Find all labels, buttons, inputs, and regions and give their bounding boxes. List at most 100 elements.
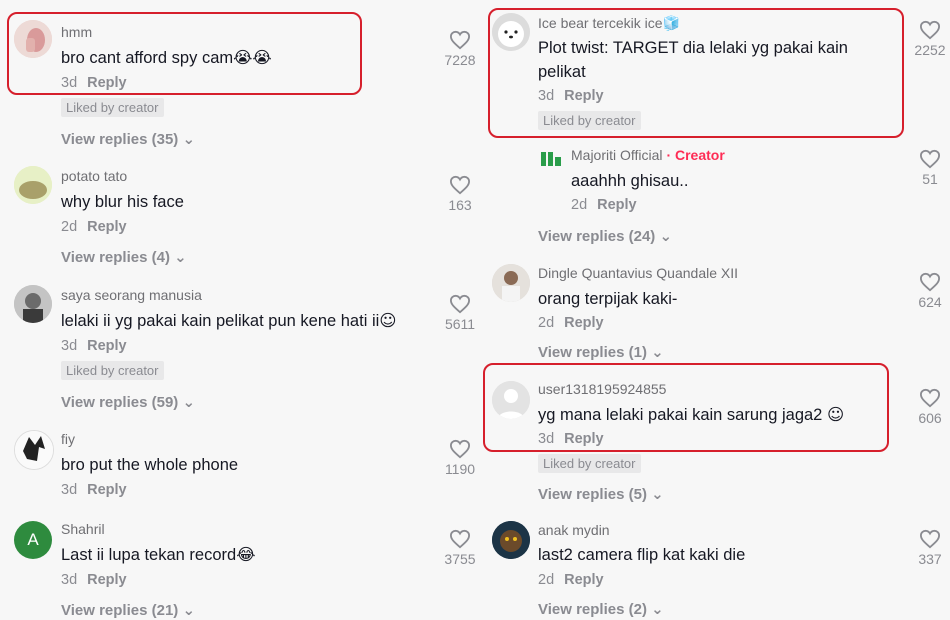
like-button[interactable]: 337 bbox=[910, 529, 950, 567]
heart-icon bbox=[919, 529, 941, 549]
timestamp: 3d bbox=[61, 75, 78, 91]
username[interactable]: hmm bbox=[61, 24, 92, 40]
comment-text: last2 camera flip kat kaki die bbox=[538, 546, 746, 564]
avatar[interactable] bbox=[540, 147, 562, 169]
comment-meta: 2d Reply bbox=[538, 315, 604, 331]
view-replies-button[interactable]: View replies (4) ⌄ bbox=[61, 248, 187, 266]
avatar-image bbox=[14, 285, 52, 323]
potato-avatar-image bbox=[14, 166, 52, 204]
comment-text: why blur his face bbox=[61, 193, 184, 211]
view-replies-button[interactable]: View replies (59) ⌄ bbox=[61, 393, 195, 411]
like-count: 163 bbox=[448, 197, 472, 213]
avatar-image bbox=[15, 431, 53, 469]
username[interactable]: potato tato bbox=[61, 168, 127, 184]
reply-button[interactable]: Reply bbox=[87, 482, 127, 498]
like-button[interactable]: 2252 bbox=[910, 20, 950, 58]
reply-button[interactable]: Reply bbox=[87, 219, 127, 235]
view-replies-label: View replies (4) bbox=[61, 249, 170, 266]
username-text: Ice bear tercekik ice bbox=[538, 15, 663, 31]
username[interactable]: Dingle Quantavius Quandale XII bbox=[538, 265, 738, 281]
timestamp: 2d bbox=[538, 572, 555, 588]
view-replies-label: View replies (2) bbox=[538, 601, 647, 618]
view-replies-button[interactable]: View replies (2) ⌄ bbox=[538, 600, 664, 618]
chevron-down-icon: ⌄ bbox=[182, 602, 196, 619]
comment-meta: 2d Reply bbox=[571, 197, 637, 213]
smirk-emoji: ☺ bbox=[826, 405, 845, 424]
like-button[interactable]: 606 bbox=[910, 388, 950, 426]
comment-meta: 3d Reply bbox=[538, 88, 604, 104]
like-button[interactable]: 3755 bbox=[440, 529, 480, 567]
ice-bear-avatar-image bbox=[492, 13, 530, 51]
avatar[interactable] bbox=[14, 285, 52, 323]
comment-meta: 3d Reply bbox=[538, 431, 604, 447]
reply-button[interactable]: Reply bbox=[564, 572, 604, 588]
default-avatar-icon bbox=[492, 381, 530, 419]
like-count: 51 bbox=[922, 171, 938, 187]
reply-button[interactable]: Reply bbox=[564, 315, 604, 331]
comment-body: bro cant afford spy cam bbox=[61, 49, 234, 67]
view-replies-button[interactable]: View replies (21) ⌄ bbox=[61, 601, 195, 619]
comment-text: lelaki ii yg pakai kain pelikat pun kene… bbox=[61, 309, 396, 333]
timestamp: 3d bbox=[538, 88, 555, 104]
reply-button[interactable]: Reply bbox=[87, 338, 127, 354]
avatar[interactable] bbox=[492, 521, 530, 559]
heart-icon bbox=[919, 388, 941, 408]
chevron-down-icon: ⌄ bbox=[182, 394, 196, 411]
avatar[interactable] bbox=[14, 430, 54, 470]
heart-icon bbox=[919, 272, 941, 292]
username[interactable]: Shahril bbox=[61, 521, 105, 537]
like-button[interactable]: 624 bbox=[910, 272, 950, 310]
comment-meta: 3d Reply bbox=[61, 572, 127, 588]
heart-icon bbox=[919, 149, 941, 169]
username[interactable]: user1318195924855 bbox=[538, 381, 666, 397]
comment-text: Last ii lupa tekan record😂 bbox=[61, 543, 255, 567]
like-button[interactable]: 7228 bbox=[440, 30, 480, 68]
avatar-letter: A bbox=[27, 530, 39, 549]
liked-by-creator-badge: Liked by creator bbox=[538, 454, 641, 473]
avatar[interactable] bbox=[14, 166, 52, 204]
view-replies-button[interactable]: View replies (5) ⌄ bbox=[538, 485, 664, 503]
creator-tag: · Creator bbox=[666, 147, 725, 163]
username[interactable]: anak mydin bbox=[538, 522, 610, 538]
reply-button[interactable]: Reply bbox=[597, 197, 637, 213]
reply-button[interactable]: Reply bbox=[564, 431, 604, 447]
like-count: 7228 bbox=[444, 52, 476, 68]
comment-text: aaahhh ghisau.. bbox=[571, 172, 689, 190]
like-count: 624 bbox=[918, 294, 942, 310]
avatar[interactable] bbox=[14, 20, 52, 58]
view-replies-button[interactable]: View replies (24) ⌄ bbox=[538, 227, 672, 245]
heart-icon bbox=[449, 439, 471, 459]
comment-text-line-1: Plot twist: TARGET dia lelaki yg pakai k… bbox=[538, 39, 848, 57]
timestamp: 3d bbox=[61, 572, 78, 588]
like-count: 1190 bbox=[444, 461, 476, 477]
reply-button[interactable]: Reply bbox=[87, 572, 127, 588]
comment-meta: 3d Reply bbox=[61, 482, 127, 498]
comment-meta: 2d Reply bbox=[538, 572, 604, 588]
like-count: 3755 bbox=[444, 551, 476, 567]
username[interactable]: Ice bear tercekik ice🧊 bbox=[538, 15, 680, 32]
timestamp: 2d bbox=[571, 197, 588, 213]
username[interactable]: Majoriti Official · Creator bbox=[571, 147, 725, 163]
view-replies-button[interactable]: View replies (1) ⌄ bbox=[538, 343, 664, 361]
username[interactable]: saya seorang manusia bbox=[61, 287, 202, 303]
view-replies-button[interactable]: View replies (35) ⌄ bbox=[61, 130, 195, 148]
avatar[interactable] bbox=[492, 13, 530, 51]
reply-button[interactable]: Reply bbox=[564, 88, 604, 104]
chevron-down-icon: ⌄ bbox=[651, 344, 664, 361]
like-button[interactable]: 1190 bbox=[440, 439, 480, 477]
chevron-down-icon: ⌄ bbox=[651, 601, 664, 618]
like-button[interactable]: 51 bbox=[910, 149, 950, 187]
heart-icon bbox=[449, 294, 471, 314]
chevron-down-icon: ⌄ bbox=[174, 249, 187, 266]
laughing-emoji: 😂 bbox=[236, 545, 256, 564]
avatar[interactable]: A bbox=[14, 521, 52, 559]
avatar[interactable] bbox=[492, 264, 530, 302]
username[interactable]: fiy bbox=[61, 431, 75, 447]
view-replies-label: View replies (5) bbox=[538, 486, 647, 503]
like-button[interactable]: 163 bbox=[440, 175, 480, 213]
reply-button[interactable]: Reply bbox=[87, 75, 127, 91]
avatar[interactable] bbox=[492, 381, 530, 419]
comment-text-line-2: pelikat bbox=[538, 63, 586, 81]
comment-text: bro put the whole phone bbox=[61, 456, 239, 474]
like-button[interactable]: 5611 bbox=[440, 294, 480, 332]
